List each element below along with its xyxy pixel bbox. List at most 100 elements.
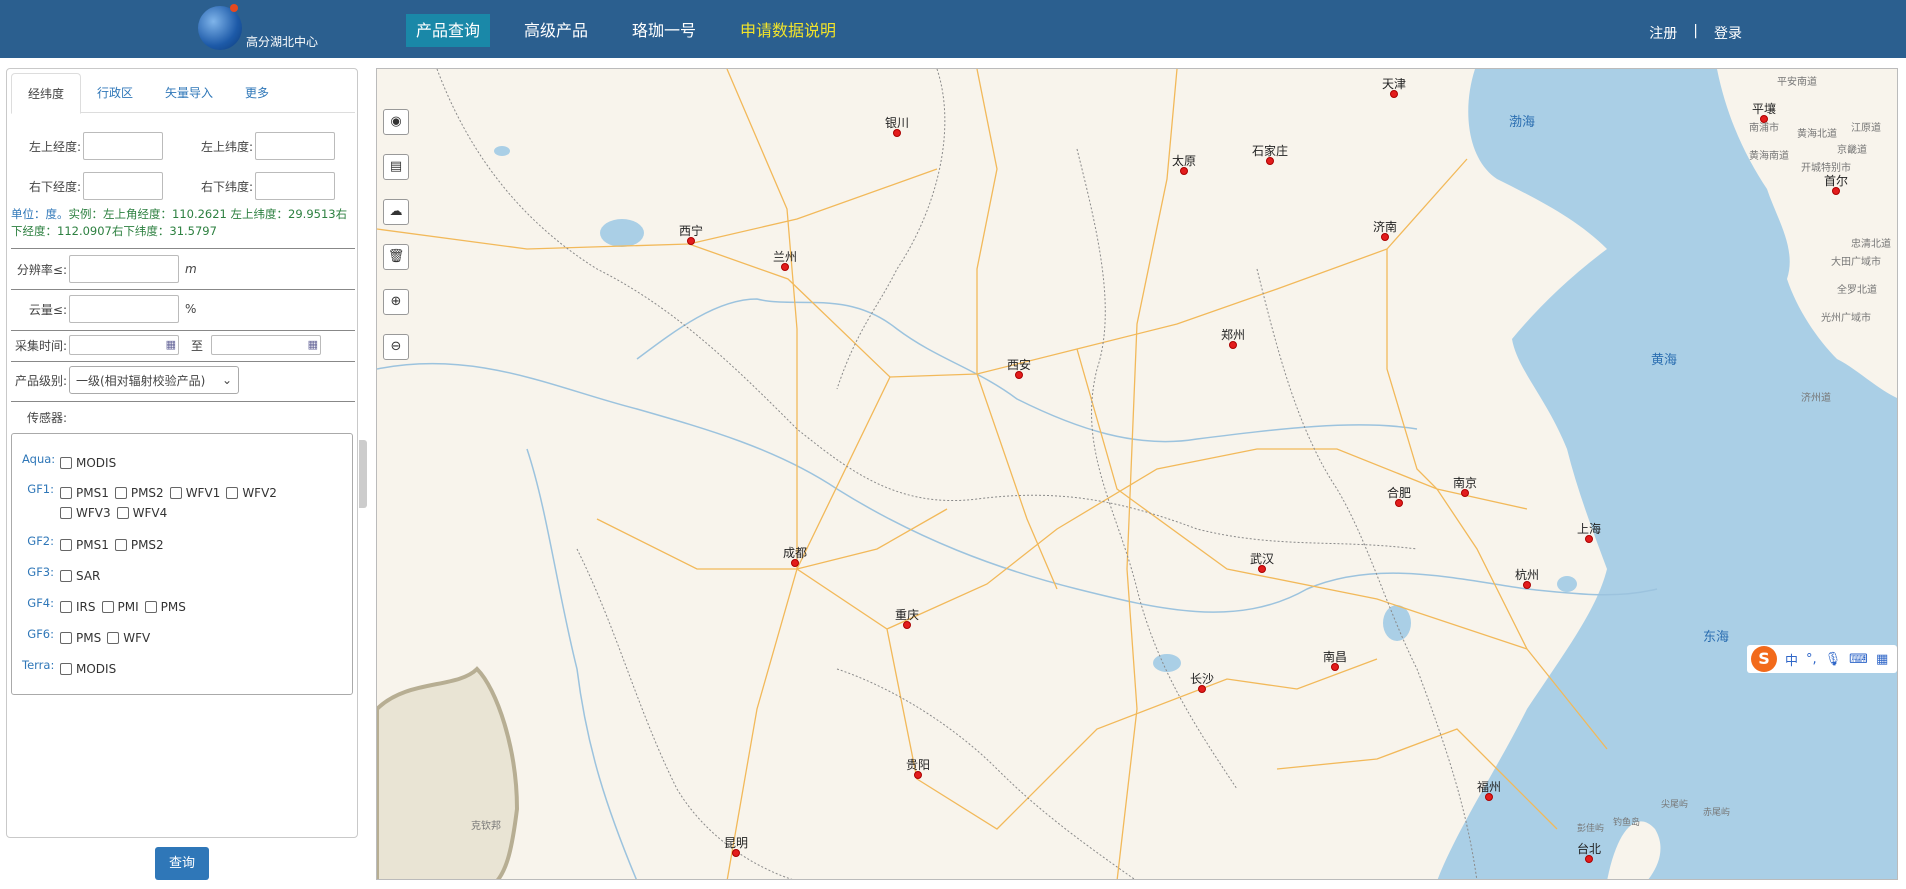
city-label[interactable]: 西宁 [679,222,703,239]
main-nav: 产品查询 高级产品 珞珈一号 申请数据说明 [406,14,870,47]
city-label[interactable]: 太原 [1172,152,1196,169]
ime-toolbar[interactable]: S 中 °, 🎙 ⌨ ▦ [1747,645,1897,673]
city-label[interactable]: 平壤 [1752,100,1776,117]
map-view[interactable]: ◉ ▤ ☁ 🗑 ⊕ ⊖ 天津 银川 太原 石家庄 西宁 兰州 济南 郑州 西安 … [376,68,1898,880]
map-canvas [377,69,1897,879]
keyboard-icon[interactable]: ⌨ [1849,652,1868,667]
sensor-row-gf2: GF2: PMS1 PMS2 [22,534,300,552]
checkbox-gf1-wfv4[interactable]: WFV4 [116,506,167,520]
ul-lon-input[interactable] [83,132,163,160]
nav-luojia-1[interactable]: 珞珈一号 [622,14,706,47]
city-label[interactable]: 昆明 [724,834,748,851]
city-label[interactable]: 合肥 [1387,484,1411,501]
zoom-out-icon[interactable]: ⊖ [383,334,409,360]
resolution-label: 分辨率≤: [16,262,67,277]
city-label[interactable]: 石家庄 [1252,142,1288,159]
lr-lat-input[interactable] [255,172,335,200]
city-label[interactable]: 南昌 [1323,648,1347,665]
city-label[interactable]: 杭州 [1515,566,1539,583]
city-label[interactable]: 台北 [1577,840,1601,857]
city-label[interactable]: 西安 [1007,356,1031,373]
divider [11,248,355,249]
region-label: 江原道 [1851,123,1881,134]
nav-advanced-products[interactable]: 高级产品 [514,14,598,47]
sea-label: 渤海 [1509,115,1536,130]
checkbox-gf4-irs[interactable]: IRS [60,600,96,614]
zoom-in-icon[interactable]: ⊕ [383,289,409,315]
city-label[interactable]: 银川 [885,114,909,131]
level-select-value: 一级(相对辐射校验产品) [76,373,206,388]
level-select[interactable]: 一级(相对辐射校验产品) ⌄ [69,366,239,394]
city-label[interactable]: 兰州 [773,248,797,265]
panel-collapse-handle[interactable] [359,440,367,508]
grid-icon[interactable]: ▦ [1876,652,1888,667]
microphone-icon[interactable]: 🎙 [1825,652,1842,667]
checkbox-gf4-pmi[interactable]: PMI [101,600,139,614]
checkbox-gf1-wfv1[interactable]: WFV1 [169,486,220,500]
ul-lat-input[interactable] [255,132,335,160]
city-label[interactable]: 天津 [1382,75,1406,92]
register-link[interactable]: 注册 [1649,23,1677,43]
lr-lon-input[interactable] [83,172,163,200]
city-label[interactable]: 武汉 [1250,550,1274,567]
chevron-down-icon: ⌄ [221,373,232,387]
city-label[interactable]: 长沙 [1190,670,1214,687]
nav-data-request-info[interactable]: 申请数据说明 [730,14,846,47]
sensor-name: Terra: [22,658,55,672]
checkbox-gf6-wfv[interactable]: WFV [107,631,150,645]
city-label[interactable]: 上海 [1577,520,1601,537]
sensor-row-aqua: Aqua: MODIS [22,452,300,470]
checkbox-gf2-pms2[interactable]: PMS2 [114,538,164,552]
checkbox-gf1-pms1[interactable]: PMS1 [60,486,109,500]
road-network [377,69,1608,879]
ime-lang-toggle[interactable]: 中 [1785,650,1798,669]
region-label: 黄海北道 [1797,129,1837,140]
tab-admin-region[interactable]: 行政区 [81,73,149,113]
sensor-row-gf3: GF3: SAR [22,565,300,583]
calendar-icon[interactable]: ▦ [166,338,176,351]
cloud-icon[interactable]: ☁ [383,199,409,225]
resolution-input[interactable] [69,255,179,283]
query-button[interactable]: 查询 [155,847,209,880]
checkbox-gf2-pms1[interactable]: PMS1 [60,538,109,552]
locate-icon[interactable]: ◉ [383,109,409,135]
time-row: 采集时间: ▦ 至 ▦ [11,335,322,355]
tab-vector-import[interactable]: 矢量导入 [149,73,229,113]
sensor-name: GF2: [27,534,54,548]
nav-product-query[interactable]: 产品查询 [406,14,491,47]
search-tabs: 经纬度 行政区 矢量导入 更多 [11,73,355,114]
checkbox-gf1-pms2[interactable]: PMS2 [114,486,164,500]
region-label: 尖尾屿 [1661,800,1689,810]
checkbox-aqua-modis[interactable]: MODIS [60,456,116,470]
start-date-input[interactable]: ▦ [69,335,179,355]
city-label[interactable]: 南京 [1453,474,1477,491]
checkbox-terra-modis[interactable]: MODIS [60,662,116,676]
ime-punct-toggle[interactable]: °, [1806,652,1817,667]
tab-lonlat[interactable]: 经纬度 [11,73,82,114]
city-label[interactable]: 重庆 [895,606,919,623]
city-label[interactable]: 贵阳 [906,756,930,773]
cloud-input[interactable] [69,295,179,323]
checkbox-gf1-wfv2[interactable]: WFV2 [226,486,277,500]
trash-icon[interactable]: 🗑 [383,244,409,270]
end-date-input[interactable]: ▦ [211,335,322,355]
calendar-icon[interactable]: ▦ [308,338,318,351]
checkbox-gf4-pms[interactable]: PMS [144,600,186,614]
login-link[interactable]: 登录 [1714,23,1742,43]
city-label[interactable]: 济南 [1373,218,1397,235]
checkbox-gf3-sar[interactable]: SAR [60,569,100,583]
checkbox-gf1-wfv3[interactable]: WFV3 [60,506,111,520]
sogou-logo-icon[interactable]: S [1751,646,1777,672]
layers-icon[interactable]: ▤ [383,154,409,180]
cloud-unit: % [185,302,197,316]
tab-more[interactable]: 更多 [229,73,285,113]
checkbox-gf6-pms[interactable]: PMS [60,631,101,645]
city-label[interactable]: 福州 [1477,778,1501,795]
sensor-name: GF4: [27,596,54,610]
sensor-name: GF6: [27,627,54,641]
divider [11,361,355,362]
lr-lon-label: 右下经度: [28,179,81,194]
city-label[interactable]: 郑州 [1221,326,1245,343]
city-label[interactable]: 成都 [783,544,807,561]
city-label[interactable]: 首尔 [1824,172,1848,189]
